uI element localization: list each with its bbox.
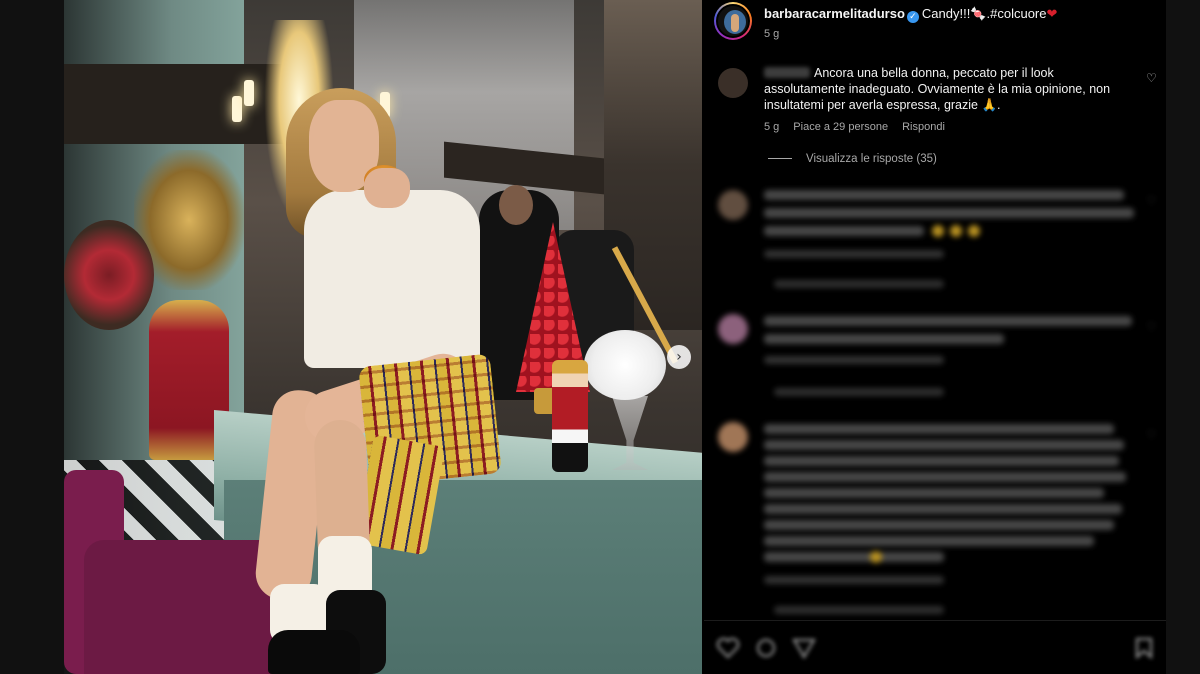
author-avatar[interactable] (714, 2, 752, 40)
post-timestamp[interactable]: 5 g (764, 28, 779, 40)
comment-time[interactable]: 5 g (764, 121, 779, 133)
view-replies-blurred[interactable] (774, 388, 944, 396)
comment-text-blurred (764, 424, 1114, 434)
heart-outline-icon[interactable]: ♡ (1146, 428, 1157, 442)
emoji-blurred (870, 551, 882, 563)
comments-panel: barbaracarmelitadurso ✓ Candy!!!🍬.#colcuor… (704, 0, 1166, 674)
commenter-username-redacted[interactable] (764, 67, 810, 78)
post-header: barbaracarmelitadurso ✓ Candy!!!🍬.#colcuor… (704, 0, 1166, 50)
comment-meta-blurred (764, 576, 944, 584)
screenshot-frame: › barbaracarmelitadurso ✓ Candy!!!🍬.#colcu… (0, 0, 1200, 674)
commenter-avatar[interactable] (718, 314, 748, 344)
comment-text-blurred (764, 520, 1114, 530)
comment-text-blurred (764, 440, 1124, 450)
post-caption-line: barbaracarmelitadurso ✓ Candy!!!🍬.#colcuor… (764, 6, 1057, 23)
red-heart-emoji: ❤ (1046, 7, 1058, 22)
comment-meta-blurred (764, 356, 944, 364)
comment-text-blurred (764, 226, 924, 236)
comment-text-blurred (764, 472, 1126, 482)
heart-icon[interactable] (716, 637, 740, 659)
comment-text-blurred (764, 334, 1004, 344)
left-letterbox (0, 0, 64, 674)
commenter-avatar[interactable] (718, 190, 748, 220)
comment-text: Ancora una bella donna, peccato per il l… (764, 66, 1111, 112)
comment-icon[interactable] (754, 637, 778, 659)
emoji-blurred (932, 225, 944, 237)
photo-waiter-head (499, 185, 533, 225)
comment-text-blurred (764, 488, 1104, 498)
bookmark-icon[interactable] (1132, 637, 1156, 660)
heart-outline-icon[interactable]: ♡ (1146, 194, 1157, 208)
post-action-bar (704, 620, 1166, 674)
carousel-next-button[interactable]: › (667, 345, 691, 369)
right-letterbox (1166, 0, 1200, 674)
photo-shelf (64, 64, 294, 144)
comment-text-blurred (764, 190, 1124, 200)
author-username[interactable]: barbaracarmelitadurso (764, 6, 905, 21)
photo-candle (244, 80, 254, 106)
comment-meta: 5 g Piace a 29 persone Rispondi (764, 121, 959, 133)
view-replies-blurred[interactable] (774, 606, 944, 614)
comment-text-blurred (764, 504, 1122, 514)
verified-badge-icon: ✓ (906, 11, 919, 23)
comment: Ancora una bella donna, peccato per il l… (704, 64, 1166, 184)
commenter-avatar[interactable] (718, 422, 748, 452)
view-replies-blurred[interactable] (774, 280, 944, 288)
post-photo[interactable]: › (64, 0, 702, 674)
photo-shoe (268, 630, 360, 674)
blurred-comment: ♡ (704, 420, 1166, 616)
photo-cardigan (304, 190, 480, 368)
post-caption: Candy!!!🍬.#colcuore (921, 6, 1047, 21)
comment-text-blurred (764, 316, 1132, 326)
comment-body: Ancora una bella donna, peccato per il l… (764, 65, 1134, 113)
share-icon[interactable] (792, 637, 816, 659)
heart-outline-icon[interactable]: ♡ (1146, 71, 1157, 85)
emoji-blurred (950, 225, 962, 237)
emoji-blurred (968, 225, 980, 237)
photo-wreath (64, 220, 154, 330)
view-replies-button[interactable]: Visualizza le risposte (35) (768, 153, 937, 165)
blurred-comment: ♡ (704, 312, 1166, 408)
comment-meta-blurred (764, 250, 944, 258)
comment-text-blurred (764, 208, 1134, 218)
photo-cotton-candy (584, 330, 666, 400)
photo-candle (232, 96, 242, 122)
photo-hand (364, 168, 410, 208)
comment-likes[interactable]: Piace a 29 persone (793, 121, 888, 133)
heart-outline-icon[interactable]: ♡ (1146, 320, 1157, 334)
comment-text-blurred (764, 536, 1094, 546)
comment-text-blurred (764, 552, 944, 562)
photo-nutcracker (552, 360, 588, 472)
blurred-comment: ♡ (704, 186, 1166, 296)
photo-chair (84, 540, 284, 674)
comment-text-blurred (764, 456, 1119, 466)
avatar-image (716, 4, 750, 38)
reply-button[interactable]: Rispondi (902, 121, 945, 133)
commenter-avatar[interactable] (718, 68, 748, 98)
